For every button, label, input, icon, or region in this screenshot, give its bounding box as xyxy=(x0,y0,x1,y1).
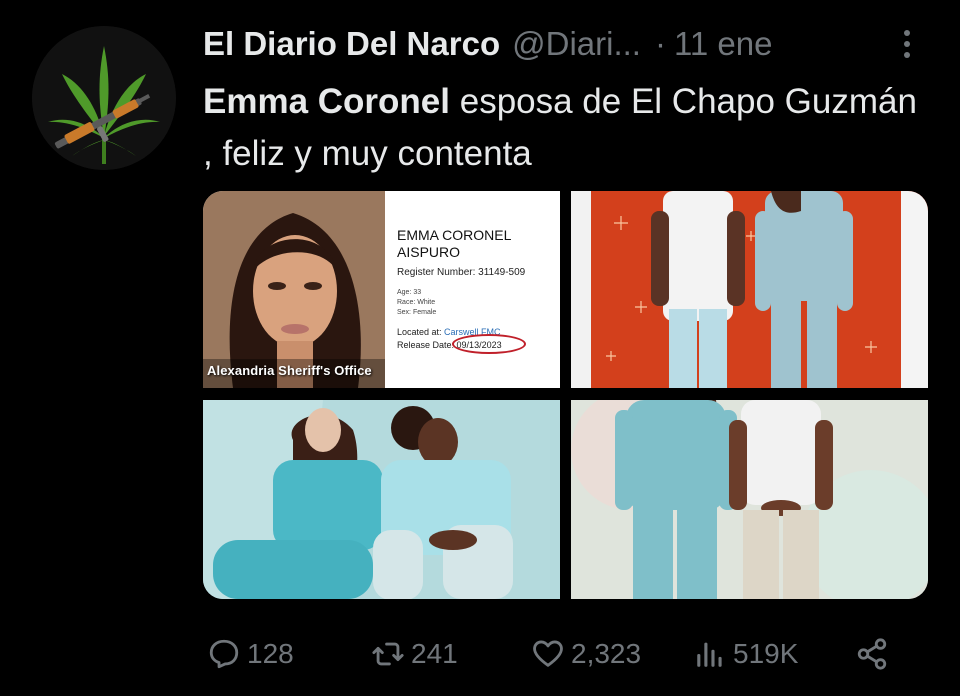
share-icon xyxy=(857,638,887,670)
tweet-actions: 128 241 2,323 519K xyxy=(203,632,923,676)
record-register-number: Register Number: 31149-509 xyxy=(397,267,526,278)
views-button[interactable]: 519K xyxy=(693,632,798,676)
record-release: Release Date: 09/13/2023 xyxy=(397,334,560,354)
record-release-label: Release Date: xyxy=(397,340,457,350)
retweet-count: 241 xyxy=(411,638,458,669)
media-image-4[interactable] xyxy=(571,400,928,599)
separator-dot: · xyxy=(654,25,666,62)
profile-avatar[interactable] xyxy=(32,26,176,170)
like-count: 2,323 xyxy=(571,638,642,669)
media-grid: Alexandria Sheriff's Office EMMA CORONEL… xyxy=(203,191,928,599)
views-count: 519K xyxy=(733,638,799,669)
record-sex: Sex: Female xyxy=(397,309,437,316)
tweet-text: Emma Coronel esposa de El Chapo Guzmán ,… xyxy=(203,76,923,180)
reply-icon xyxy=(209,639,239,669)
mugshot-caption: Alexandria Sheriff's Office xyxy=(207,363,372,378)
reply-button[interactable]: 128 xyxy=(207,632,294,676)
views-chart-icon xyxy=(697,642,722,667)
seated-couple-photo xyxy=(203,400,560,599)
share-button[interactable] xyxy=(855,632,895,676)
tweet-header: El Diario Del Narco @Diari... · 11 ene xyxy=(203,24,923,64)
standing-couple-photo xyxy=(571,400,928,599)
record-age: Age: 33 xyxy=(397,289,422,296)
reply-count: 128 xyxy=(247,638,294,669)
retweet-button[interactable]: 241 xyxy=(371,632,458,676)
record-location-label: Located at: xyxy=(397,327,445,337)
red-circle-annotation xyxy=(452,334,526,354)
media-image-1[interactable]: Alexandria Sheriff's Office EMMA CORONEL… xyxy=(203,191,560,388)
like-button[interactable]: 2,323 xyxy=(531,632,641,676)
media-image-3[interactable] xyxy=(203,400,560,599)
author-handle[interactable]: @Diari... xyxy=(512,25,641,63)
record-name: EMMA CORONEL AISPURO xyxy=(397,227,511,260)
more-options-icon[interactable] xyxy=(895,24,919,64)
inmate-record: EMMA CORONEL AISPURO Register Number: 31… xyxy=(385,191,560,388)
author-display-name[interactable]: El Diario Del Narco xyxy=(203,25,500,63)
media-image-2[interactable] xyxy=(571,191,928,388)
retweet-icon xyxy=(372,642,404,666)
tweet-text-bold: Emma Coronel xyxy=(203,82,450,121)
tweet-timestamp[interactable]: 11 ene xyxy=(674,25,772,63)
record-race: Race: White xyxy=(397,299,436,306)
couple-red-backdrop-photo xyxy=(571,191,928,388)
heart-icon xyxy=(533,640,563,667)
record-details: Age: 33 Race: White Sex: Female xyxy=(397,288,560,318)
